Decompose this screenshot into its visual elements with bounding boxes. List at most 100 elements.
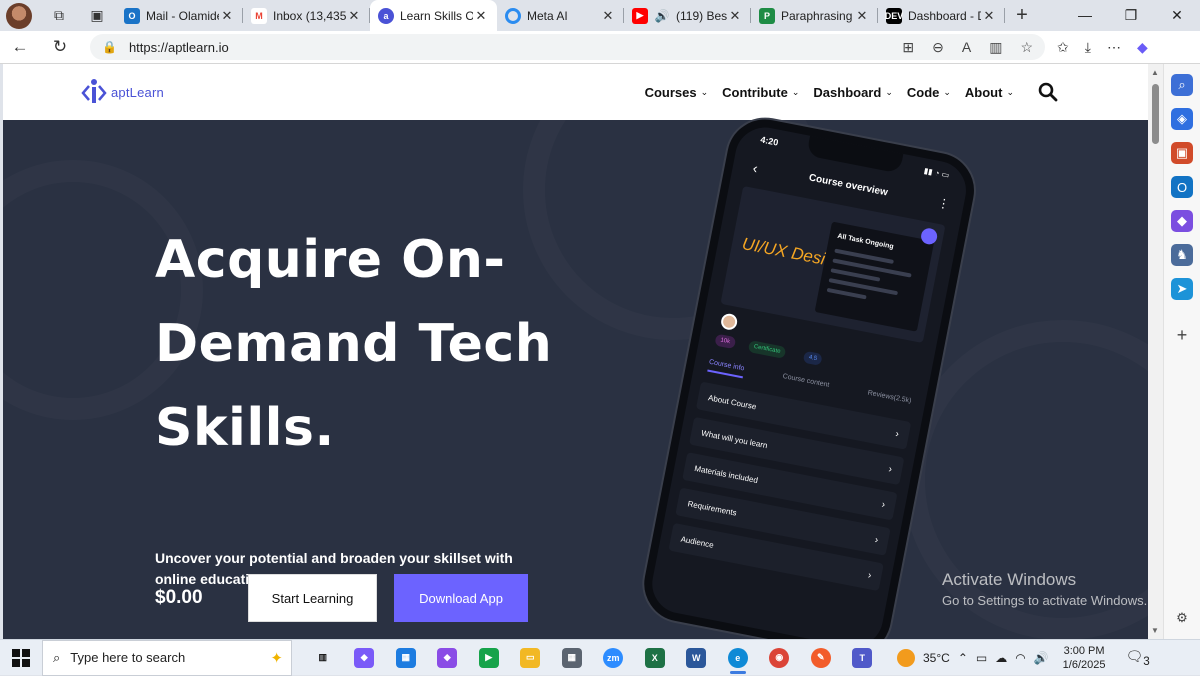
price-label: $0.00 xyxy=(155,587,203,608)
page-scrollbar[interactable]: ▲ ▼ xyxy=(1148,64,1163,639)
sidebar-games-icon[interactable]: ♞ xyxy=(1171,244,1193,266)
minimize-icon[interactable]: — xyxy=(1062,7,1108,24)
workspaces-icon[interactable]: ⧉ xyxy=(40,0,78,31)
teams-icon[interactable]: T xyxy=(842,640,884,676)
sidebar-tools-icon[interactable]: ▣ xyxy=(1171,142,1193,164)
speaker-icon[interactable]: 🔊 xyxy=(654,8,670,24)
close-tab-icon[interactable]: ✕ xyxy=(473,8,489,24)
taskbar-apps: ▥ ◆ ▦ ◆ ▶ ▭ ▦ zm X W e ◉ ✎ T xyxy=(302,640,883,676)
file-explorer-icon[interactable]: ▭ xyxy=(510,640,552,676)
sidebar-add-icon[interactable]: + xyxy=(1171,324,1193,346)
sidebar-search-icon[interactable]: ⌕ xyxy=(1171,74,1193,96)
battery-icon[interactable]: ▭ xyxy=(976,651,987,665)
paraphrasing-tool-icon: P xyxy=(759,7,775,24)
chevron-right-icon: › xyxy=(873,534,880,546)
excel-icon[interactable]: X xyxy=(634,640,676,676)
task-view-icon[interactable]: ▥ xyxy=(302,640,344,676)
notifications-icon[interactable]: 🗨3 xyxy=(1125,648,1149,668)
instructor-avatar xyxy=(719,312,739,332)
nav-about[interactable]: About ⌄ xyxy=(965,85,1014,100)
read-aloud-icon[interactable]: A xyxy=(962,39,971,56)
refresh-icon[interactable]: ↻ xyxy=(40,37,80,57)
sidebar-shopping-icon[interactable]: ◈ xyxy=(1171,108,1193,130)
sidebar-outlook-icon[interactable]: O xyxy=(1171,176,1193,198)
apps-icon[interactable]: ⊞ xyxy=(902,39,914,56)
zoom-app-icon[interactable]: zm xyxy=(593,640,635,676)
edge-icon[interactable]: e xyxy=(717,640,759,676)
sidebar-settings-icon[interactable]: ⚙ xyxy=(1171,607,1193,629)
tab-label: Dashboard - DE xyxy=(908,8,981,23)
tab-dev-dashboard[interactable]: DEV Dashboard - DE ✕ xyxy=(878,0,1005,31)
outlook-mail-icon: O xyxy=(124,7,140,24)
chrome-icon[interactable]: ◉ xyxy=(759,640,801,676)
taskbar-search-box[interactable]: ⌕ Type here to search ✦ xyxy=(42,639,292,676)
hero-title: Acquire On-Demand Tech Skills. xyxy=(155,230,553,458)
close-tab-icon[interactable]: ✕ xyxy=(600,8,616,24)
nav-courses[interactable]: Courses ⌄ xyxy=(645,85,709,100)
close-tab-icon[interactable]: ✕ xyxy=(219,8,235,24)
chevron-down-icon: ⌄ xyxy=(885,86,893,97)
pen-app-icon[interactable]: ✎ xyxy=(800,640,842,676)
weather-icon[interactable] xyxy=(897,648,915,667)
nav-contribute[interactable]: Contribute ⌄ xyxy=(722,85,799,100)
search-icon[interactable] xyxy=(1038,82,1058,102)
new-tab-button[interactable]: + xyxy=(1005,4,1039,27)
close-tab-icon[interactable]: ✕ xyxy=(727,8,743,24)
gmail-icon: M xyxy=(251,7,267,24)
chevron-down-icon: ⌄ xyxy=(791,86,800,97)
sidebar-m365-icon[interactable]: ◆ xyxy=(1171,210,1193,232)
tab-aptlearn[interactable]: a Learn Skills Onli ✕ xyxy=(370,0,497,31)
url-text[interactable]: https://aptlearn.io xyxy=(129,40,229,55)
site-info-lock-icon[interactable]: 🔒 xyxy=(102,40,117,54)
copilot-app-icon[interactable]: ◆ xyxy=(344,640,386,676)
scroll-down-icon[interactable]: ▼ xyxy=(1151,626,1159,635)
chevron-down-icon: ⌄ xyxy=(943,86,951,97)
tab-youtube[interactable]: ▶ 🔊 (119) Best ✕ xyxy=(624,0,751,31)
tab-gmail[interactable]: M Inbox (13,435) - ✕ xyxy=(243,0,370,31)
restore-icon[interactable]: ❐ xyxy=(1108,7,1154,24)
downloads-icon[interactable]: ⤓ xyxy=(1085,39,1091,56)
volume-icon[interactable]: 🔊 xyxy=(1034,651,1049,665)
m365-icon[interactable]: ◆ xyxy=(427,640,469,676)
clock[interactable]: 3:00 PM 1/6/2025 xyxy=(1063,644,1106,672)
learners-chip: 10k xyxy=(714,333,736,350)
browser-tab-strip: ⧉ ▣ O Mail - Olamide ✕ M Inbox (13,435) … xyxy=(0,0,1200,31)
favorite-star-icon[interactable]: ☆ xyxy=(1020,39,1033,56)
chevron-down-icon: ⌄ xyxy=(1006,86,1014,97)
tab-actions-icon[interactable]: ▣ xyxy=(78,0,116,31)
favorites-icon[interactable]: ✩ xyxy=(1057,39,1069,56)
back-arrow-icon[interactable]: ← xyxy=(0,37,40,57)
meet-icon[interactable]: ▶ xyxy=(468,640,510,676)
start-learning-button[interactable]: Start Learning xyxy=(248,574,377,622)
chevron-up-icon[interactable]: ⌃ xyxy=(958,651,968,665)
word-icon[interactable]: W xyxy=(676,640,718,676)
tab-paraphrasing[interactable]: P Paraphrasing To ✕ xyxy=(751,0,878,31)
clock-time: 3:00 PM xyxy=(1063,644,1105,657)
download-app-button[interactable]: Download App xyxy=(394,574,528,622)
temperature[interactable]: 35°C xyxy=(923,651,950,665)
profile-avatar[interactable] xyxy=(6,2,32,29)
close-tab-icon[interactable]: ✕ xyxy=(854,8,870,24)
url-field[interactable]: 🔒 https://aptlearn.io ⊞ ⊖ A ▥ ☆ xyxy=(90,34,1045,60)
immersive-reader-icon[interactable]: ▥ xyxy=(989,39,1002,56)
nav-code[interactable]: Code ⌄ xyxy=(907,85,951,100)
close-tab-icon[interactable]: ✕ xyxy=(346,8,362,24)
calculator-icon[interactable]: ▦ xyxy=(551,640,593,676)
scrollbar-thumb[interactable] xyxy=(1152,84,1159,144)
windows-start-icon[interactable] xyxy=(0,648,42,667)
more-menu-icon[interactable]: ⋯ xyxy=(1107,39,1121,56)
copilot-icon[interactable]: ◆ xyxy=(1137,39,1148,56)
tab-mail[interactable]: O Mail - Olamide ✕ xyxy=(116,0,243,31)
site-logo[interactable]: aptLearn xyxy=(81,77,164,107)
sidebar-telegram-icon[interactable]: ➤ xyxy=(1171,278,1193,300)
window-close-icon[interactable]: ✕ xyxy=(1154,7,1200,24)
scroll-up-icon[interactable]: ▲ xyxy=(1151,68,1159,77)
nav-dashboard[interactable]: Dashboard ⌄ xyxy=(813,85,892,100)
cloud-icon[interactable]: ☁ xyxy=(995,651,1007,665)
close-tab-icon[interactable]: ✕ xyxy=(981,8,997,24)
zoom-icon[interactable]: ⊖ xyxy=(932,39,944,56)
tab-meta-ai[interactable]: Meta AI ✕ xyxy=(497,0,624,31)
wifi-icon[interactable]: ◠ xyxy=(1015,651,1025,665)
nav-label: Courses xyxy=(644,84,697,100)
store-icon[interactable]: ▦ xyxy=(385,640,427,676)
